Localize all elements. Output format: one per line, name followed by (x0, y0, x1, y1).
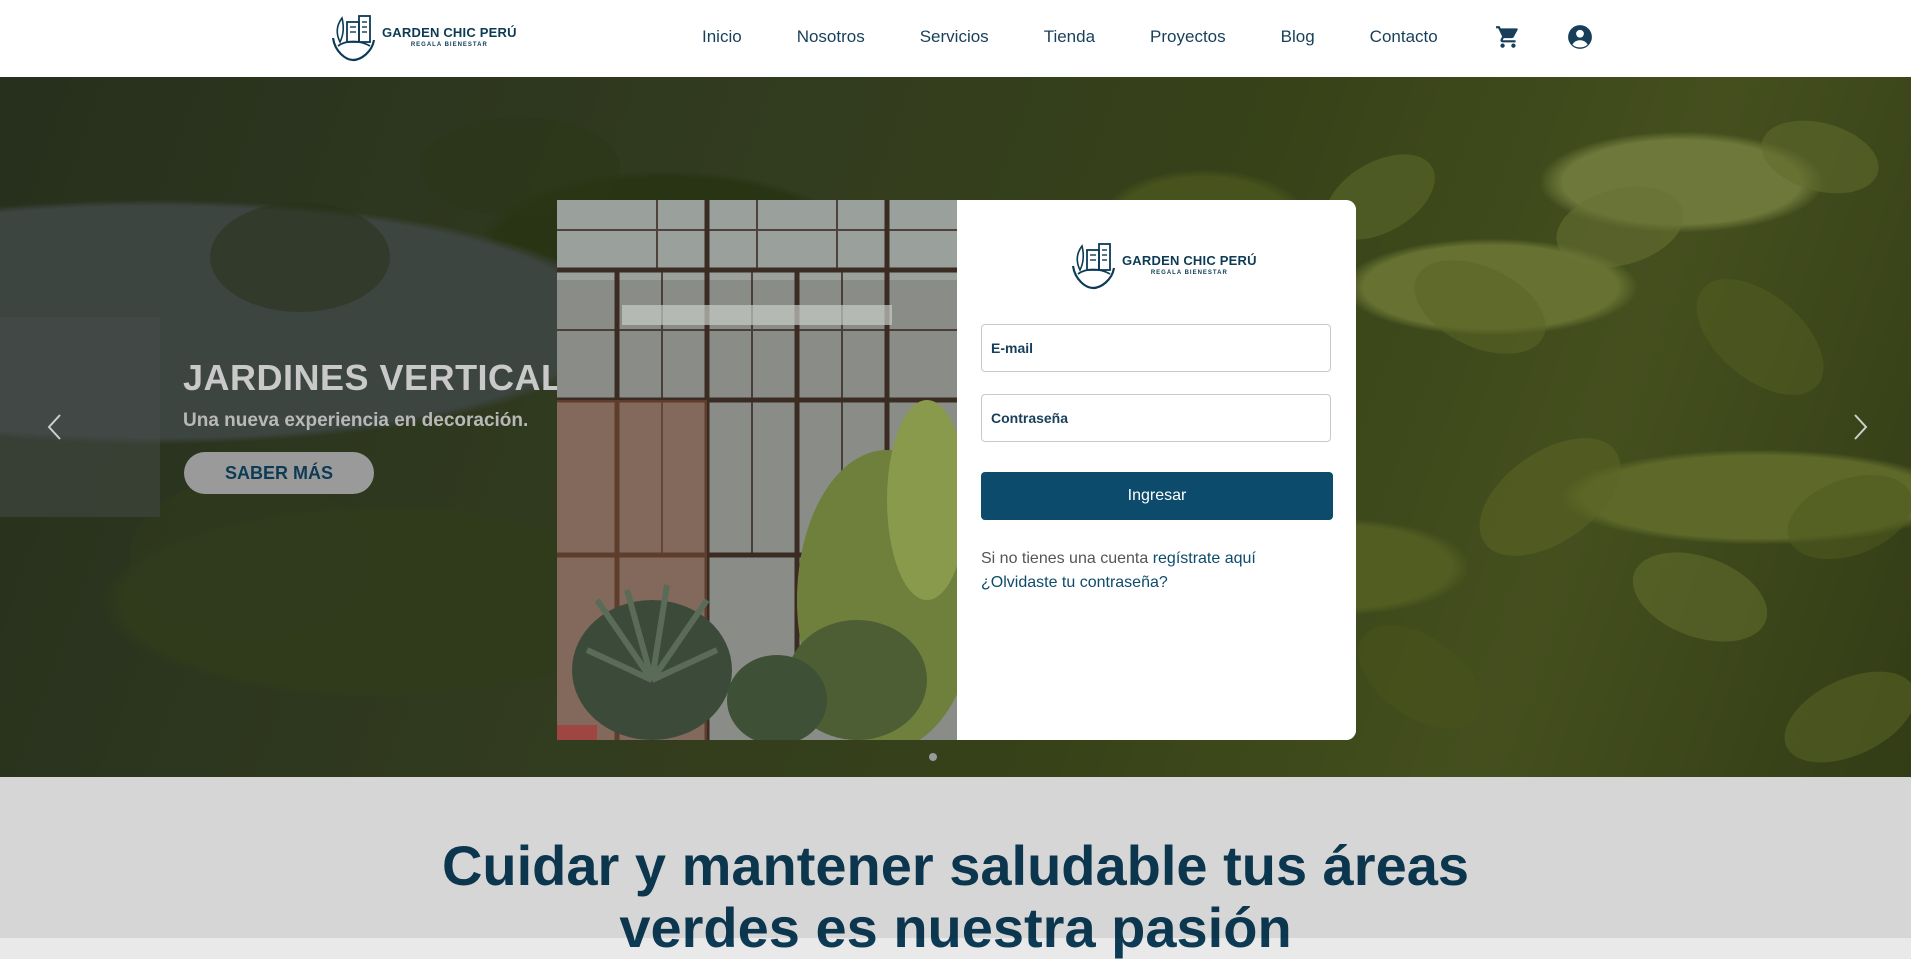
main-nav: Inicio Nosotros Servicios Tienda Proyect… (702, 0, 1438, 73)
password-placeholder: Contraseña (991, 410, 1069, 426)
forgot-password-link[interactable]: ¿Olvidaste tu contraseña? (981, 574, 1168, 592)
user-account-icon (1568, 25, 1592, 49)
garden-logo-icon (331, 15, 376, 62)
nav-item-servicios[interactable]: Servicios (920, 27, 989, 47)
cart-icon (1496, 26, 1518, 48)
form-brand-tagline: REGALA BIENESTAR (1150, 270, 1228, 276)
brand-tagline: REGALA BIENESTAR (410, 42, 488, 48)
nav-item-proyectos[interactable]: Proyectos (1150, 27, 1226, 47)
nav-item-inicio[interactable]: Inicio (702, 27, 742, 47)
email-field[interactable]: E-mail (981, 324, 1331, 372)
nav-item-contacto[interactable]: Contacto (1370, 27, 1438, 47)
password-field[interactable]: Contraseña (981, 394, 1331, 442)
saber-mas-button[interactable]: SABER MÁS (184, 452, 374, 494)
login-modal: GARDEN CHIC PERÚ REGALA BIENESTAR E-mail… (557, 200, 1356, 740)
cart-button[interactable] (1495, 24, 1521, 50)
login-form: GARDEN CHIC PERÚ REGALA BIENESTAR E-mail… (957, 200, 1356, 740)
hero-title: JARDINES VERTICALES (183, 357, 613, 398)
brand-logo[interactable]: GARDEN CHIC PERÚ REGALA BIENESTAR (330, 12, 517, 62)
chevron-right-icon (1854, 414, 1868, 440)
no-account-text: Si no tienes una cuenta (981, 550, 1153, 567)
nav-item-blog[interactable]: Blog (1281, 27, 1315, 47)
slider-next-button[interactable] (1845, 412, 1875, 442)
user-account-button[interactable] (1567, 24, 1593, 50)
nav-item-nosotros[interactable]: Nosotros (797, 27, 865, 47)
section-title: Cuidar y mantener saludable tus áreas ve… (0, 835, 1911, 959)
site-header: GARDEN CHIC PERÚ REGALA BIENESTAR Inicio… (0, 0, 1911, 78)
register-link[interactable]: regístrate aquí (1153, 550, 1256, 567)
greenhouse-image (557, 200, 957, 740)
garden-logo-icon (1071, 243, 1116, 290)
section-title-line2: verdes es nuestra pasión (619, 896, 1292, 959)
login-submit-button[interactable]: Ingresar (981, 472, 1333, 520)
hero-subtitle: Una nueva experiencia en decoración. (183, 410, 529, 431)
form-brand-logo: GARDEN CHIC PERÚ REGALA BIENESTAR (1070, 240, 1257, 290)
email-placeholder: E-mail (991, 340, 1034, 356)
section-title-line1: Cuidar y mantener saludable tus áreas (441, 834, 1470, 897)
greenhouse-photo (557, 200, 957, 740)
slider-prev-button[interactable] (40, 412, 70, 442)
nav-item-tienda[interactable]: Tienda (1044, 27, 1095, 47)
register-line: Si no tienes una cuenta regístrate aquí (981, 550, 1256, 568)
form-brand-name: GARDEN CHIC PERÚ (1122, 253, 1257, 268)
brand-name: GARDEN CHIC PERÚ (382, 25, 517, 40)
slider-dot[interactable] (929, 753, 937, 761)
chevron-left-icon (47, 414, 61, 440)
